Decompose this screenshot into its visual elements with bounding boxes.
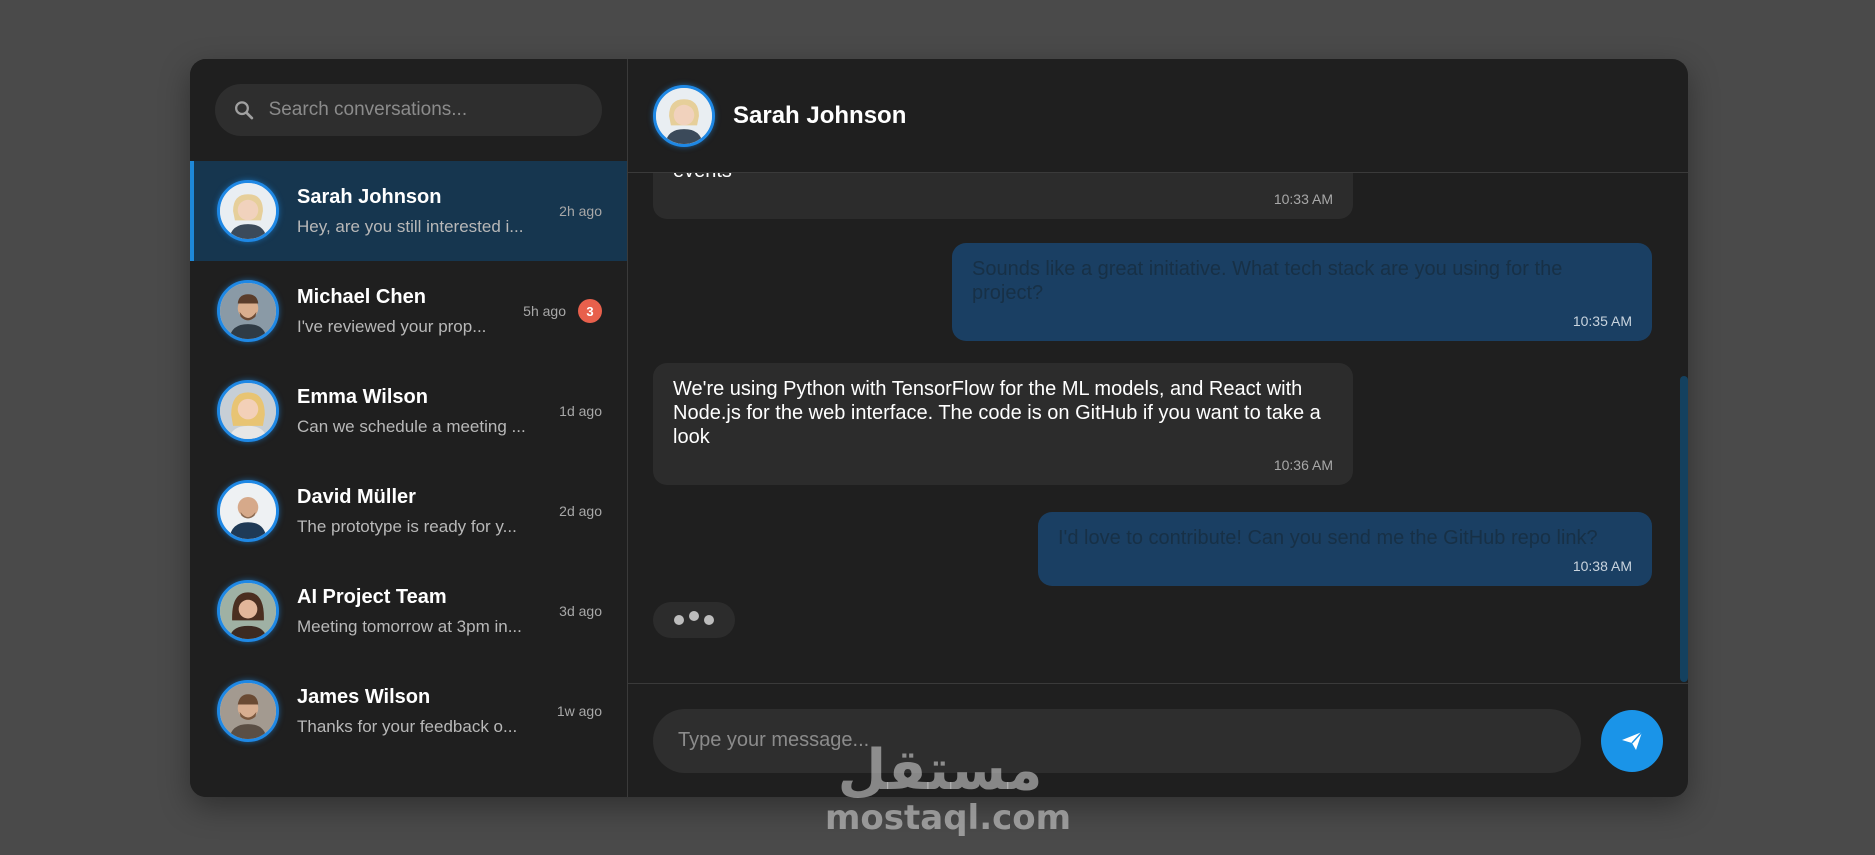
message-text: events	[673, 173, 1333, 183]
conversation-text: David Müller The prototype is ready for …	[297, 486, 545, 537]
conversation-text: Sarah Johnson Hey, are you still interes…	[297, 186, 545, 237]
scrollbar-thumb[interactable]	[1680, 376, 1688, 682]
conversation-text: AI Project Team Meeting tomorrow at 3pm …	[297, 586, 545, 637]
timestamp: 5h ago	[523, 303, 566, 319]
avatar	[217, 480, 279, 542]
conversation-meta: 1w ago	[557, 703, 602, 719]
typing-dot	[674, 615, 684, 625]
conversation-meta: 2d ago	[559, 503, 602, 519]
timestamp: 1w ago	[556, 703, 602, 719]
messenger-window: Sarah Johnson Hey, are you still interes…	[190, 59, 1688, 797]
message-input[interactable]	[653, 708, 1581, 773]
contact-avatar[interactable]	[653, 84, 715, 147]
watermark-latin: mostaql.com	[825, 798, 1072, 838]
message-composer	[628, 683, 1688, 797]
conversation-item-emma-wilson[interactable]: Emma Wilson Can we schedule a meeting ..…	[190, 361, 627, 461]
message-preview: The prototype is ready for y...	[297, 516, 517, 536]
unread-badge: 3	[578, 299, 602, 323]
message-bubble-outgoing: Sounds like a great initiative. What tec…	[952, 243, 1652, 341]
chat-header: Sarah Johnson	[628, 59, 1688, 173]
timestamp: 2d ago	[559, 503, 602, 519]
conversation-text: Michael Chen I've reviewed your prop...	[297, 286, 509, 337]
conversation-item-ai-project-team[interactable]: AI Project Team Meeting tomorrow at 3pm …	[190, 561, 627, 661]
avatar	[217, 280, 279, 342]
avatar	[217, 180, 279, 242]
search-bar[interactable]	[215, 84, 602, 136]
chat-panel: Sarah Johnson events 10:33 AM Sounds lik…	[628, 59, 1688, 797]
message-bubble-outgoing: I'd love to contribute! Can you send me …	[1038, 512, 1652, 586]
conversation-text: James Wilson Thanks for your feedback o.…	[297, 686, 543, 737]
message-thread[interactable]: events 10:33 AM Sounds like a great init…	[628, 173, 1688, 683]
timestamp: 2h ago	[559, 203, 602, 219]
message-time: 10:38 AM	[1572, 558, 1632, 574]
search-container	[190, 59, 627, 161]
message-text: I'd love to contribute! Can you send me …	[1058, 527, 1598, 549]
message-preview: Thanks for your feedback o...	[297, 716, 518, 736]
conversation-sidebar: Sarah Johnson Hey, are you still interes…	[190, 59, 628, 797]
message-time: 10:33 AM	[1273, 191, 1333, 207]
typing-dot	[689, 611, 699, 621]
contact-name: Sarah Johnson	[297, 185, 442, 208]
contact-name: Michael Chen	[297, 285, 426, 308]
search-icon	[235, 101, 254, 120]
message-preview: Can we schedule a meeting ...	[297, 416, 526, 436]
conversation-list: Sarah Johnson Hey, are you still interes…	[190, 161, 627, 761]
timestamp: 3d ago	[559, 603, 602, 619]
typing-dot	[704, 615, 714, 625]
message-bubble-incoming: We're using Python with TensorFlow for t…	[653, 363, 1353, 485]
conversation-meta: 5h ago 3	[523, 299, 602, 323]
timestamp: 1d ago	[559, 403, 602, 419]
avatar	[217, 580, 279, 642]
message-bubble-incoming: events 10:33 AM	[653, 173, 1353, 219]
contact-name: James Wilson	[297, 685, 431, 708]
typing-indicator	[653, 602, 735, 638]
avatar	[217, 680, 279, 742]
watermark-logo: مستقل mostaql.com	[825, 738, 1072, 838]
message-preview: Meeting tomorrow at 3pm in...	[297, 616, 522, 636]
message-time: 10:35 AM	[1572, 313, 1632, 329]
message-text: Sounds like a great initiative. What tec…	[972, 258, 1563, 304]
conversation-text: Emma Wilson Can we schedule a meeting ..…	[297, 386, 545, 437]
conversation-meta: 1d ago	[559, 403, 602, 419]
send-button[interactable]	[1601, 709, 1663, 772]
message-time: 10:36 AM	[1273, 457, 1333, 473]
contact-name: AI Project Team	[297, 585, 447, 608]
paper-plane-icon	[1622, 730, 1643, 750]
conversation-item-david-muller[interactable]: David Müller The prototype is ready for …	[190, 461, 627, 561]
message-preview: Hey, are you still interested i...	[297, 216, 524, 236]
chat-contact-name: Sarah Johnson	[733, 101, 907, 129]
conversation-meta: 3d ago	[559, 603, 602, 619]
contact-name: David Müller	[297, 485, 416, 508]
avatar	[217, 380, 279, 442]
conversation-meta: 2h ago	[559, 203, 602, 219]
conversation-item-michael-chen[interactable]: Michael Chen I've reviewed your prop... …	[190, 261, 627, 361]
conversation-item-james-wilson[interactable]: James Wilson Thanks for your feedback o.…	[190, 661, 627, 761]
contact-name: Emma Wilson	[297, 385, 428, 408]
conversation-item-sarah-johnson[interactable]: Sarah Johnson Hey, are you still interes…	[190, 161, 627, 261]
search-input[interactable]	[268, 99, 584, 121]
message-text: We're using Python with TensorFlow for t…	[673, 378, 1321, 448]
message-preview: I've reviewed your prop...	[297, 316, 487, 336]
watermark-arabic: مستقل	[837, 738, 1043, 803]
